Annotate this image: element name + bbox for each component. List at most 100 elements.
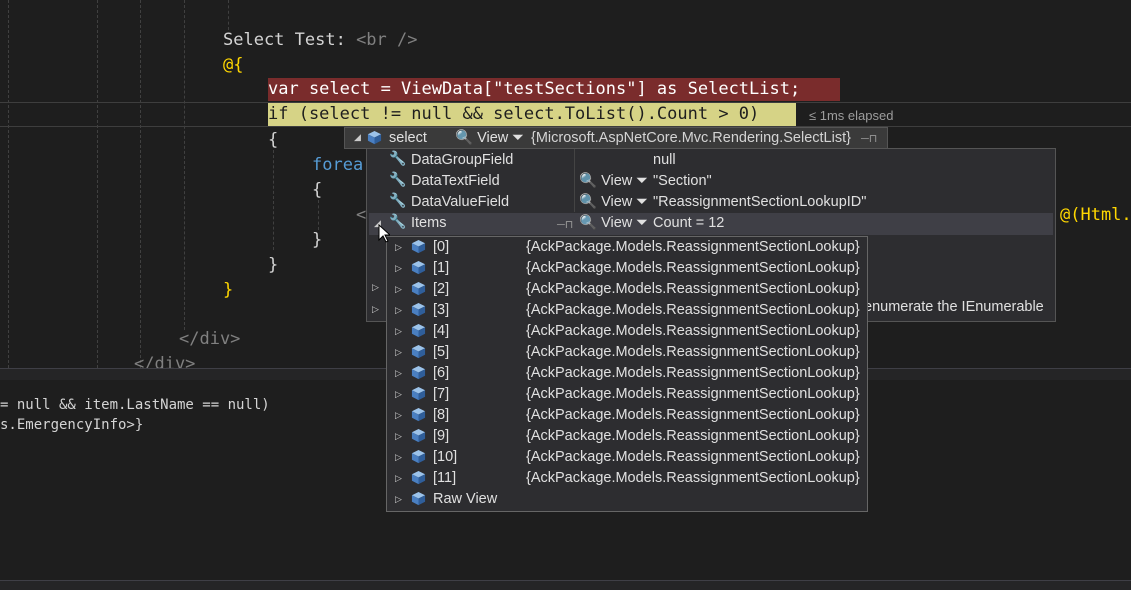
object-cube-icon [367,130,382,145]
item-index: [9] [433,428,450,444]
view-visualizer-button[interactable]: 🔍 View ⏷ [455,129,524,146]
view-label: View [601,173,633,189]
code-line-razor-close: } [223,280,234,300]
expand-arrow-icon[interactable]: ▷ [395,426,402,447]
items-datatip: ▷ [0] {AckPackage.Models.ReassignmentSecti… [386,236,868,512]
pin-icon[interactable]: ─⊓ [557,218,573,231]
item-row[interactable]: ▷ [6] {AckPackage.Models.ReassignmentSecti… [387,363,867,384]
item-index: [4] [433,323,450,339]
chevron-down-icon[interactable]: ⏷ [512,130,524,146]
item-row[interactable]: ▷ [3] {AckPackage.Models.ReassignmentSecti… [387,300,867,321]
item-row[interactable]: ▷ [9] {AckPackage.Models.ReassignmentSecti… [387,426,867,447]
property-name: DataGroupField [411,152,514,168]
object-cube-icon [411,260,426,275]
item-index: [11] [433,470,457,486]
object-cube-icon [411,365,426,380]
expand-arrow-icon[interactable]: ▷ [395,489,402,510]
code-line-close-brace-2: } [312,230,323,250]
breakpoint-line-highlight: var select = ViewData["testSections"] as… [268,78,840,101]
item-row[interactable]: ▷ [11] {AckPackage.Models.ReassignmentSect… [387,468,867,489]
item-row[interactable]: ▷ [8] {AckPackage.Models.ReassignmentSecti… [387,405,867,426]
expand-arrow-icon[interactable]: ▷ [395,300,402,321]
perf-tip-elapsed: ≤ 1ms elapsed [809,108,894,123]
magnifier-icon: 🔍 [579,173,598,189]
expand-arrow-icon[interactable]: ▷ [372,304,379,315]
br-tag: <br /> [356,30,418,50]
item-index: [0] [433,239,450,255]
expand-arrow-icon[interactable]: ▷ [395,447,402,468]
expand-arrow-icon[interactable]: ▷ [395,279,402,300]
property-value: null [653,152,676,168]
expand-arrow-icon[interactable]: ▷ [395,405,402,426]
item-index: [5] [433,344,450,360]
current-statement-highlight: if (select != null && select.ToList().Co… [268,103,796,126]
item-value: {AckPackage.Models.ReassignmentSectionLo… [526,428,860,444]
property-wrench-icon: 🔧 [389,213,407,229]
raw-view-label: Raw View [433,491,498,507]
pin-icon[interactable]: ─⊓ [861,132,877,145]
expand-arrow-icon[interactable]: ▷ [395,342,402,363]
item-value: {AckPackage.Models.ReassignmentSectionLo… [526,407,860,423]
collapse-arrow-icon[interactable]: ◢ [354,132,361,143]
object-cube-icon [411,344,426,359]
chevron-down-icon[interactable]: ⏷ [636,194,648,210]
item-row[interactable]: ▷ [7] {AckPackage.Models.ReassignmentSecti… [387,384,867,405]
indent-guide [184,0,185,330]
view-visualizer-button[interactable]: 🔍 View ⏷ [579,172,648,189]
indent-guide [318,200,319,230]
raw-view-row[interactable]: ▷ Raw View [387,489,867,510]
property-value: "Section" [653,173,712,189]
item-row[interactable]: ▷ [5] {AckPackage.Models.ReassignmentSecti… [387,342,867,363]
code-line-open-brace-2: { [312,180,323,200]
hidden-row-text: enumerate the IEnumerable [864,299,1044,315]
view-label: View [477,130,509,146]
expand-arrow-icon[interactable]: ▷ [395,321,402,342]
view-label: View [601,215,633,231]
item-row[interactable]: ▷ [1] {AckPackage.Models.ReassignmentSecti… [387,258,867,279]
code-line-open-brace: { [268,130,279,150]
expand-arrow-icon[interactable]: ▷ [372,282,379,293]
item-value: {AckPackage.Models.ReassignmentSectionLo… [526,365,860,381]
view-visualizer-button[interactable]: 🔍 View ⏷ [579,193,648,210]
code-line-tag-partial: < [356,205,367,225]
indent-guide [228,0,229,30]
object-cube-icon [411,428,426,443]
item-index: [8] [433,407,450,423]
item-row[interactable]: ▷ [4] {AckPackage.Models.ReassignmentSecti… [387,321,867,342]
code-line-foreach: forea [312,155,364,175]
chevron-down-icon[interactable]: ⏷ [636,173,648,189]
property-name: DataValueField [411,194,510,210]
object-cube-icon [411,407,426,422]
code-line-close-div-2: </div> [134,354,196,368]
expand-arrow-icon[interactable]: ▷ [395,258,402,279]
object-cube-icon [411,302,426,317]
item-value: {AckPackage.Models.ReassignmentSectionLo… [526,239,860,255]
item-index: [6] [433,365,450,381]
datatip-header[interactable]: ◢ select 🔍 View ⏷ {Microsoft.AspNetCore.… [344,127,888,149]
select-test-text: Select Test: [223,30,357,50]
expand-arrow-icon[interactable]: ▷ [395,384,402,405]
item-index: [1] [433,260,450,276]
view-visualizer-button[interactable]: 🔍 View ⏷ [579,214,648,231]
object-cube-icon [411,281,426,296]
datatip-variable-name: select [389,130,427,146]
indent-guide [97,0,98,368]
indent-guide [140,0,141,368]
code-line-html-helper: @(Html. [1060,204,1131,226]
item-row[interactable]: ▷ [10] {AckPackage.Models.ReassignmentSect… [387,447,867,468]
expand-arrow-icon[interactable]: ▷ [395,237,402,258]
object-cube-icon [411,491,426,506]
property-name: Items [411,215,447,231]
panel-line-2: s.EmergencyInfo>} [0,417,144,433]
object-cube-icon [411,470,426,485]
expand-arrow-icon[interactable]: ▷ [395,363,402,384]
item-index: [10] [433,449,458,465]
property-wrench-icon: 🔧 [389,150,407,166]
item-index: [3] [433,302,450,318]
item-value: {AckPackage.Models.ReassignmentSectionLo… [526,449,860,465]
item-row[interactable]: ▷ [2] {AckPackage.Models.ReassignmentSecti… [387,279,867,300]
property-value: "ReassignmentSectionLookupID" [653,194,867,210]
chevron-down-icon[interactable]: ⏷ [636,215,648,231]
item-row[interactable]: ▷ [0] {AckPackage.Models.ReassignmentSecti… [387,237,867,258]
expand-arrow-icon[interactable]: ▷ [395,468,402,489]
